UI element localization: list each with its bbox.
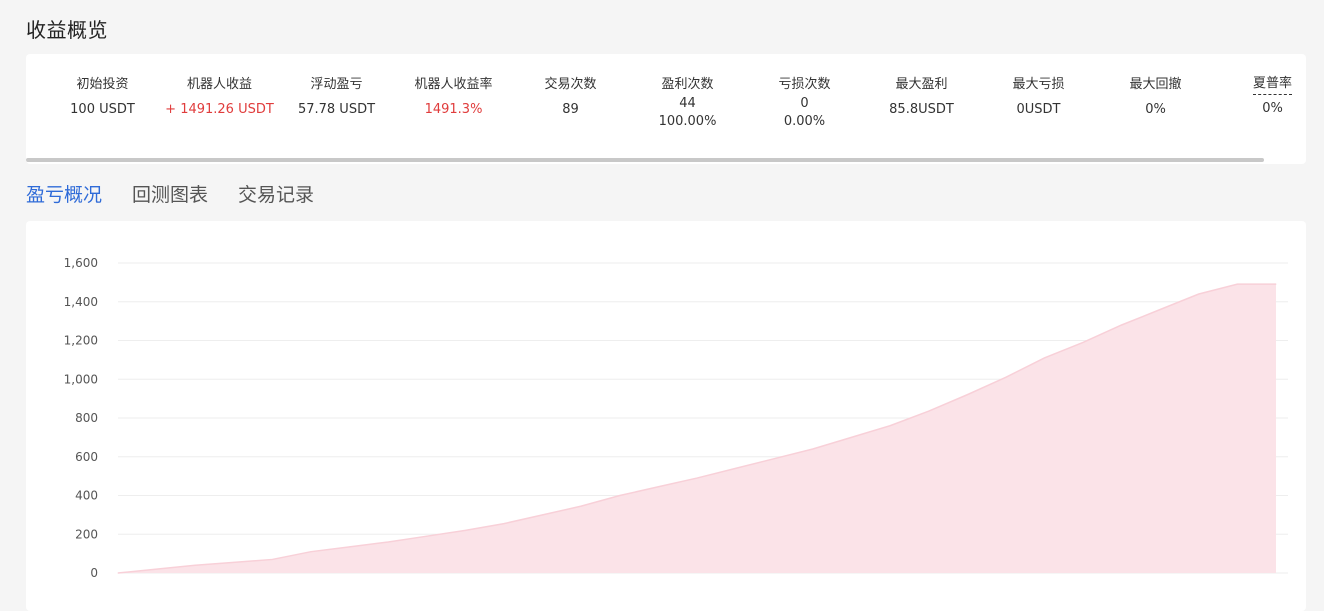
stat-label: 最大盈利 [895,77,948,92]
data-point [310,551,312,553]
horizontal-scrollbar[interactable] [26,158,1264,162]
stat-label: 交易次数 [544,77,597,92]
data-point [773,458,775,460]
tabs: 盈亏概况 回测图表 交易记录 [26,180,314,207]
data-point [850,436,852,438]
stat-max_loss: 最大亏损 0USDT [980,74,1097,131]
page-title: 收益概览 [26,18,108,42]
y-tick-label: 800 [75,411,98,425]
stats-row: 初始投资 100 USDT 机器人收益 + 1491.26 USDT 浮动盈亏 57.78… [44,74,1306,131]
stat-label: 初始投资 [76,77,129,92]
stat-trades: 交易次数 89 [512,74,629,131]
y-tick-label: 1,000 [64,372,98,386]
data-point [580,505,582,507]
stat-label: 盈利次数 [661,77,714,92]
data-point [1236,283,1238,285]
data-point [349,546,351,548]
stat-value: 100 USDT [70,102,135,117]
stat-value: 0% [1262,101,1283,116]
stat-max_drawdown: 最大回撤 0% [1097,74,1214,131]
data-point [542,514,544,516]
data-point [1198,293,1200,295]
stat-value: + 1491.26 USDT [165,102,274,117]
tab-1[interactable]: 回测图表 [132,180,208,207]
stat-sub-value: 0.00% [783,114,826,129]
stat-value: 0% [1145,102,1166,117]
data-point [696,477,698,479]
y-tick-label: 1,400 [64,295,98,309]
stat-bot_profit: 机器人收益 + 1491.26 USDT [161,74,278,131]
data-point [735,467,737,469]
data-point [117,572,119,574]
data-point [464,529,466,531]
stat-label: 亏损次数 [778,77,831,92]
data-point [1275,283,1277,285]
stat-value: 1491.3% [424,102,483,117]
data-point [426,535,428,537]
profit-area-chart: 0 200 400 600 800 1,000 1,200 1,400 1,600 [64,256,1288,580]
data-point [1121,324,1123,326]
stat-label: 最大回撤 [1129,77,1182,92]
stat-wins: 盈利次数 44 100.00% [629,74,746,131]
stats-card: 初始投资 100 USDT 机器人收益 + 1491.26 USDT 浮动盈亏 57.78… [26,54,1306,164]
stat-label: 浮动盈亏 [310,77,363,92]
data-point [928,410,930,412]
data-point [194,564,196,566]
stat-value: 0USDT [1016,102,1061,117]
data-point [233,561,235,563]
data-point [1082,341,1084,343]
stat-label: 机器人收益率 [414,77,493,92]
data-point [1005,376,1007,378]
stat-bot_profit_rate: 机器人收益率 1491.3% [395,74,512,131]
data-point [1043,357,1045,359]
stat-max_profit: 最大盈利 85.8USDT [863,74,980,131]
y-tick-label: 0 [90,566,98,580]
stat-label: 机器人收益 [186,77,252,92]
stat-value: 44 [679,96,696,111]
stat-losses: 亏损次数 0 0.00% [746,74,863,131]
y-tick-label: 1,600 [64,256,98,270]
y-tick-label: 200 [75,527,98,541]
data-point [657,486,659,488]
y-tick-label: 400 [75,489,98,503]
stat-value: 0 [800,96,809,111]
data-point [387,541,389,543]
data-point [889,425,891,427]
data-point [966,394,968,396]
stat-label[interactable]: 夏普率 [1252,74,1292,95]
stat-value: 57.78 USDT [297,102,376,117]
chart-card: 0 200 400 600 800 1,000 1,200 1,400 1,600 [26,221,1306,611]
profit-area [118,284,1276,573]
tab-0[interactable]: 盈亏概况 [26,180,102,207]
stat-sharpe: 夏普率 0% [1214,74,1306,131]
tab-2[interactable]: 交易记录 [238,180,314,207]
y-tick-label: 1,200 [64,334,98,348]
data-point [619,495,621,496]
data-point [271,558,273,560]
stat-floating_pnl: 浮动盈亏 57.78 USDT [278,74,395,131]
data-point [503,523,505,525]
stat-initial: 初始投资 100 USDT [44,74,161,131]
data-point [1159,309,1161,310]
stat-sub-value: 100.00% [658,114,717,129]
stat-value: 89 [562,102,579,117]
data-point [156,568,158,570]
y-tick-label: 600 [75,450,98,464]
stat-label: 最大亏损 [1012,77,1065,92]
stat-value: 85.8USDT [889,102,954,117]
data-point [812,448,814,450]
